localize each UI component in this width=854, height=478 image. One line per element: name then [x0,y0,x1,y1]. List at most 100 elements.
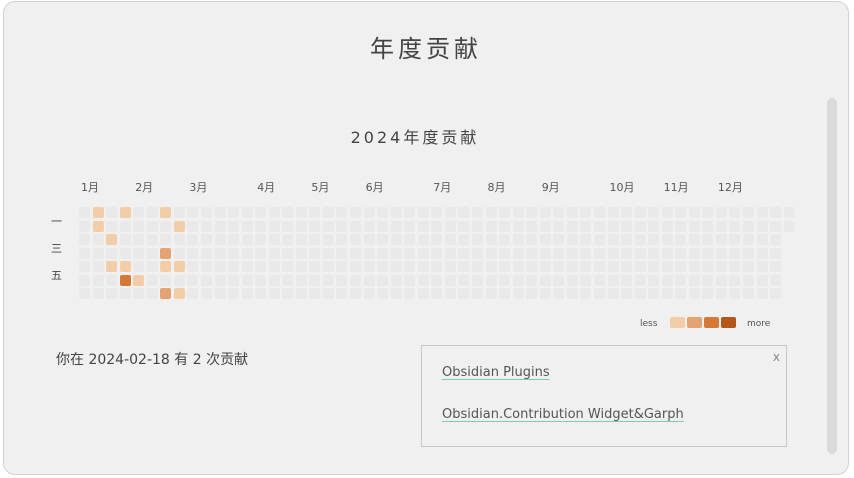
day-cell[interactable] [648,220,660,232]
day-cell[interactable] [485,220,497,232]
day-cell[interactable] [458,207,470,218]
day-cell[interactable] [566,247,578,259]
day-cell[interactable] [593,207,605,218]
day-cell[interactable] [593,220,605,232]
day-cell[interactable] [756,247,768,259]
day-cell[interactable] [566,274,578,286]
day-cell[interactable] [282,261,294,273]
day-cell[interactable] [214,288,226,300]
day-cell[interactable] [553,261,565,273]
day-cell[interactable] [526,261,538,273]
day-cell[interactable] [228,274,240,286]
day-cell[interactable] [539,207,551,218]
day-cell[interactable] [350,274,361,286]
day-cell[interactable] [282,247,294,259]
day-cell[interactable] [539,247,551,259]
day-cell[interactable] [119,207,131,218]
day-cell[interactable] [241,261,253,273]
day-cell[interactable] [729,261,741,273]
day-cell[interactable] [322,220,334,232]
day-cell[interactable] [377,207,389,218]
day-cell[interactable] [377,234,389,246]
day-cell[interactable] [404,220,416,232]
day-cell[interactable] [79,234,90,246]
day-cell[interactable] [607,274,619,286]
day-cell[interactable] [146,274,158,286]
day-cell[interactable] [322,261,334,273]
day-cell[interactable] [322,234,334,246]
day-cell[interactable] [241,234,253,246]
day-cell[interactable] [770,207,782,218]
day-cell[interactable] [607,220,619,232]
day-cell[interactable] [79,261,90,273]
day-cell[interactable] [580,261,592,273]
day-cell[interactable] [566,220,578,232]
day-cell[interactable] [295,288,307,300]
day-cell[interactable] [187,274,199,286]
day-cell[interactable] [593,234,605,246]
day-cell[interactable] [783,220,795,232]
day-cell[interactable] [770,274,782,286]
day-cell[interactable] [350,234,361,246]
day-cell[interactable] [214,261,226,273]
day-cell[interactable] [770,261,782,273]
day-cell[interactable] [675,274,687,286]
day-cell[interactable] [268,234,280,246]
day-cell[interactable] [512,288,524,300]
day-cell[interactable] [336,261,348,273]
day-cell[interactable] [390,288,402,300]
day-cell[interactable] [309,261,321,273]
day-cell[interactable] [553,207,565,218]
day-cell[interactable] [756,274,768,286]
day-cell[interactable] [322,207,334,218]
day-cell[interactable] [431,207,443,218]
day-cell[interactable] [756,261,768,273]
day-cell[interactable] [146,207,158,218]
day-cell[interactable] [268,261,280,273]
day-cell[interactable] [715,220,727,232]
day-cell[interactable] [648,207,660,218]
day-cell[interactable] [417,274,429,286]
day-cell[interactable] [729,220,741,232]
day-cell[interactable] [648,247,660,259]
day-cell[interactable] [444,247,456,259]
day-cell[interactable] [444,220,456,232]
day-cell[interactable] [377,274,389,286]
day-cell[interactable] [119,234,131,246]
day-cell[interactable] [336,274,348,286]
day-cell[interactable] [661,274,673,286]
day-cell[interactable] [92,261,104,273]
day-cell[interactable] [688,207,700,218]
day-cell[interactable] [322,274,334,286]
day-cell[interactable] [715,207,727,218]
day-cell[interactable] [133,207,145,218]
day-cell[interactable] [621,274,632,286]
day-cell[interactable] [377,247,389,259]
day-cell[interactable] [214,207,226,218]
day-cell[interactable] [79,220,90,232]
day-cell[interactable] [417,234,429,246]
day-cell[interactable] [539,274,551,286]
day-cell[interactable] [336,247,348,259]
day-cell[interactable] [377,288,389,300]
day-cell[interactable] [553,247,565,259]
day-cell[interactable] [363,220,375,232]
day-cell[interactable] [729,207,741,218]
day-cell[interactable] [255,274,267,286]
day-cell[interactable] [756,288,768,300]
day-cell[interactable] [539,220,551,232]
day-cell[interactable] [566,207,578,218]
day-cell[interactable] [688,234,700,246]
day-cell[interactable] [268,288,280,300]
day-cell[interactable] [173,234,185,246]
day-cell[interactable] [743,234,754,246]
day-cell[interactable] [160,261,172,273]
day-cell[interactable] [295,274,307,286]
day-cell[interactable] [444,274,456,286]
day-cell[interactable] [458,274,470,286]
day-cell[interactable] [526,207,538,218]
day-cell[interactable] [390,234,402,246]
day-cell[interactable] [228,288,240,300]
day-cell[interactable] [743,261,754,273]
day-cell[interactable] [431,288,443,300]
